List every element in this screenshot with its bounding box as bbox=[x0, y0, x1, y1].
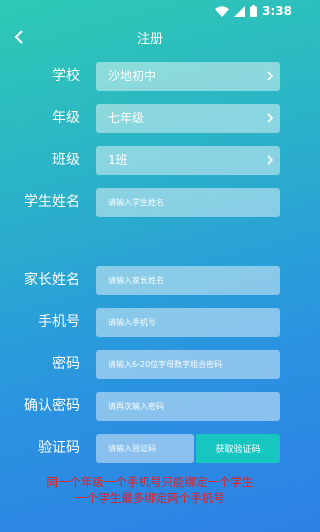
phone-input[interactable] bbox=[96, 308, 280, 337]
chevron-right-icon bbox=[267, 155, 274, 165]
grade-select[interactable]: 七年级 bbox=[96, 104, 280, 133]
confirm-password-field bbox=[96, 392, 280, 421]
get-code-button[interactable]: 获取验证码 bbox=[196, 434, 280, 463]
wifi-icon bbox=[215, 5, 230, 17]
header: 注册 bbox=[0, 22, 300, 52]
verification-code-label: 验证码 bbox=[38, 440, 80, 456]
confirm-password-label: 确认密码 bbox=[24, 398, 80, 414]
school-select[interactable]: 沙地初中 bbox=[96, 62, 280, 91]
parent-name-row: 家长姓名 bbox=[0, 266, 300, 295]
confirm-password-row: 确认密码 bbox=[0, 392, 300, 421]
notice-line-2: 一个学生最多绑定两个手机号 bbox=[75, 491, 225, 505]
password-field bbox=[96, 350, 280, 379]
notice-line-1: 同一个年级一个手机号只能绑定一个学生 bbox=[46, 475, 254, 489]
grade-row: 年级 七年级 bbox=[0, 104, 300, 133]
verification-code-row: 验证码 获取验证码 bbox=[0, 434, 300, 463]
phone-row: 手机号 bbox=[0, 308, 300, 337]
password-row: 密码 bbox=[0, 350, 300, 379]
student-name-input[interactable] bbox=[96, 188, 280, 217]
grade-label: 年级 bbox=[52, 110, 80, 126]
signal-icon bbox=[234, 5, 246, 17]
student-name-field bbox=[96, 188, 280, 217]
chevron-right-icon bbox=[267, 71, 274, 81]
status-time: 3:38 bbox=[262, 4, 292, 18]
chevron-right-icon bbox=[267, 113, 274, 123]
grade-value: 七年级 bbox=[108, 111, 145, 125]
parent-name-label: 家长姓名 bbox=[24, 272, 80, 288]
password-input[interactable] bbox=[96, 350, 280, 379]
password-label: 密码 bbox=[52, 356, 80, 372]
verification-code-input[interactable] bbox=[96, 434, 194, 463]
school-row: 学校 沙地初中 bbox=[0, 62, 300, 91]
parent-name-field bbox=[96, 266, 280, 295]
verification-code-field bbox=[96, 434, 194, 463]
school-label: 学校 bbox=[52, 68, 80, 84]
notice: 同一个年级一个手机号只能绑定一个学生 一个学生最多绑定两个手机号 bbox=[0, 474, 300, 506]
class-value: 1班 bbox=[108, 153, 128, 167]
page-title: 注册 bbox=[136, 32, 163, 47]
status-icons: 3:38 bbox=[215, 4, 292, 18]
student-name-label: 学生姓名 bbox=[24, 194, 80, 210]
school-value: 沙地初中 bbox=[108, 69, 157, 83]
parent-name-input[interactable] bbox=[96, 266, 280, 295]
student-name-row: 学生姓名 bbox=[0, 188, 300, 217]
class-select[interactable]: 1班 bbox=[96, 146, 280, 175]
status-bar: 3:38 bbox=[0, 0, 300, 22]
confirm-password-input[interactable] bbox=[96, 392, 280, 421]
phone-field bbox=[96, 308, 280, 337]
phone-label: 手机号 bbox=[38, 314, 80, 330]
class-label: 班级 bbox=[52, 152, 80, 168]
battery-icon bbox=[250, 5, 258, 17]
class-row: 班级 1班 bbox=[0, 146, 300, 175]
